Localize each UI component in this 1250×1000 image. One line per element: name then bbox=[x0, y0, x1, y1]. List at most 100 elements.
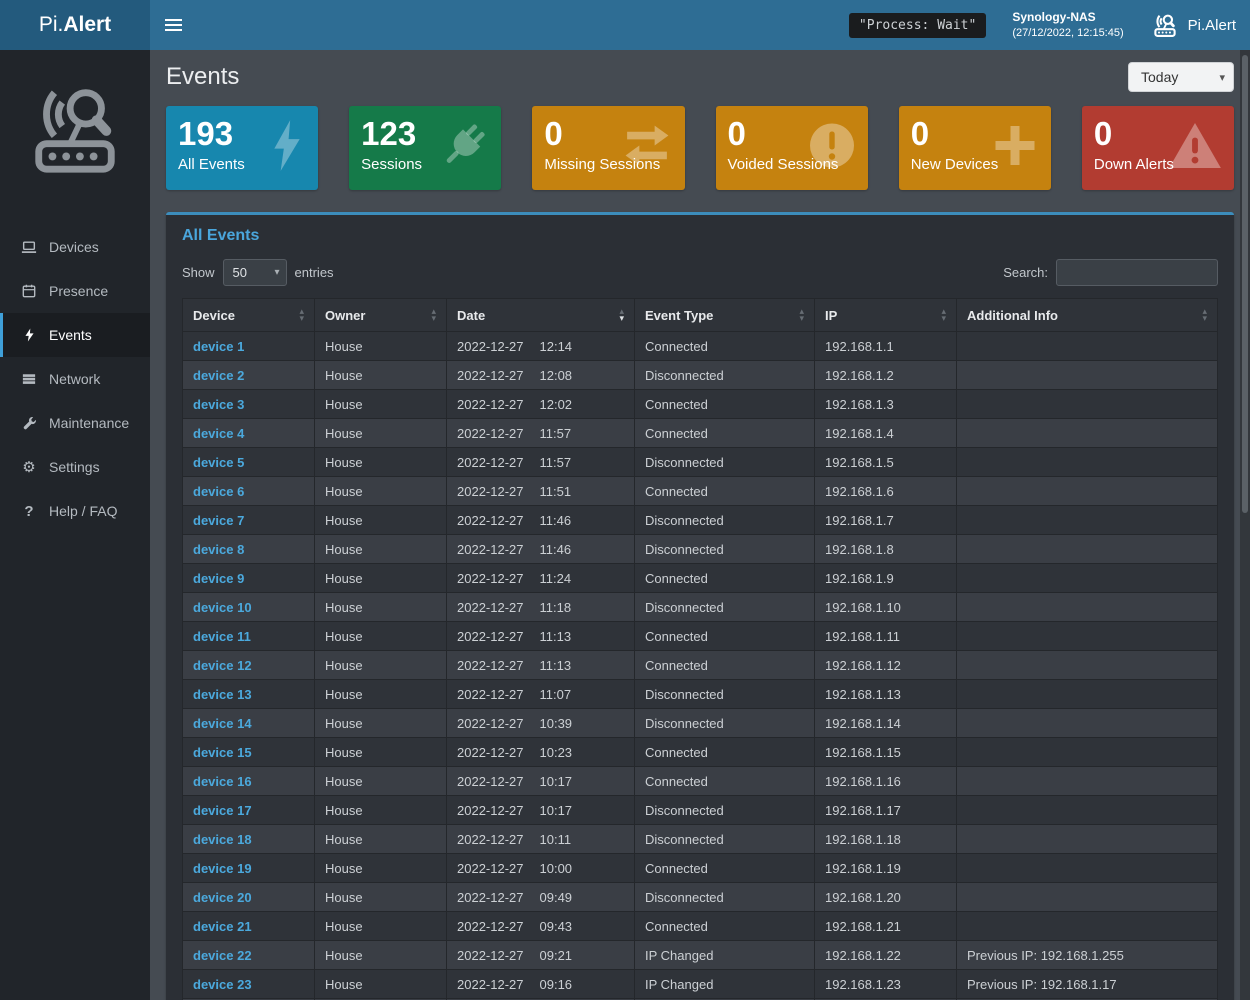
sidebar-item-settings[interactable]: ⚙ Settings bbox=[0, 445, 150, 489]
sidebar-item-label: Maintenance bbox=[49, 415, 129, 431]
owner-cell: House bbox=[315, 477, 447, 506]
device-link[interactable]: device 13 bbox=[193, 687, 252, 702]
date-cell: 2022-12-2710:23 bbox=[447, 738, 635, 767]
device-link[interactable]: device 8 bbox=[193, 542, 244, 557]
column-header-owner[interactable]: Owner▴▾ bbox=[315, 299, 447, 332]
device-link[interactable]: device 14 bbox=[193, 716, 252, 731]
device-link[interactable]: device 4 bbox=[193, 426, 244, 441]
question-icon: ? bbox=[19, 503, 39, 520]
card-all-events: 193 All Events bbox=[166, 106, 318, 190]
device-cell: device 4 bbox=[183, 419, 315, 448]
date-cell: 2022-12-2711:13 bbox=[447, 651, 635, 680]
device-link[interactable]: device 11 bbox=[193, 629, 251, 644]
sidebar-item-maintenance[interactable]: Maintenance bbox=[0, 401, 150, 445]
table-row: device 5House2022-12-2711:57Disconnected… bbox=[183, 448, 1218, 477]
hamburger-menu-icon[interactable] bbox=[150, 0, 196, 50]
event-type-cell: Disconnected bbox=[635, 361, 815, 390]
device-link[interactable]: device 1 bbox=[193, 339, 244, 354]
brand-logo[interactable]: Pi.Alert bbox=[0, 0, 150, 50]
device-link[interactable]: device 3 bbox=[193, 397, 244, 412]
device-link[interactable]: device 15 bbox=[193, 745, 252, 760]
column-header-ip[interactable]: IP▴▾ bbox=[815, 299, 957, 332]
device-link[interactable]: device 23 bbox=[193, 977, 252, 992]
info-cell bbox=[957, 593, 1218, 622]
page-size-select[interactable]: 50 ▾ bbox=[223, 259, 287, 286]
device-link[interactable]: device 6 bbox=[193, 484, 244, 499]
device-cell: device 23 bbox=[183, 970, 315, 999]
ip-cell: 192.168.1.9 bbox=[815, 564, 957, 593]
sidebar-item-events[interactable]: Events bbox=[0, 313, 150, 357]
sidebar-item-label: Network bbox=[49, 371, 100, 387]
event-type-cell: Disconnected bbox=[635, 535, 815, 564]
event-type-cell: Connected bbox=[635, 477, 815, 506]
bolt-icon bbox=[19, 328, 39, 342]
sidebar-item-help[interactable]: ? Help / FAQ bbox=[0, 489, 150, 533]
event-type-cell: Connected bbox=[635, 767, 815, 796]
owner-cell: House bbox=[315, 825, 447, 854]
card-down-alerts: 0 Down Alerts bbox=[1082, 106, 1234, 190]
ip-cell: 192.168.1.18 bbox=[815, 825, 957, 854]
device-cell: device 7 bbox=[183, 506, 315, 535]
gear-icon: ⚙ bbox=[19, 458, 39, 476]
period-select[interactable]: Today ▾ bbox=[1128, 62, 1234, 92]
event-type-cell: Connected bbox=[635, 622, 815, 651]
ip-cell: 192.168.1.8 bbox=[815, 535, 957, 564]
device-link[interactable]: device 10 bbox=[193, 600, 252, 615]
table-row: device 19House2022-12-2710:00Connected19… bbox=[183, 854, 1218, 883]
device-link[interactable]: device 16 bbox=[193, 774, 252, 789]
ip-cell: 192.168.1.6 bbox=[815, 477, 957, 506]
sidebar-item-devices[interactable]: Devices bbox=[0, 225, 150, 269]
date-cell: 2022-12-2712:02 bbox=[447, 390, 635, 419]
device-cell: device 16 bbox=[183, 767, 315, 796]
sidebar-item-network[interactable]: Network bbox=[0, 357, 150, 401]
device-link[interactable]: device 19 bbox=[193, 861, 252, 876]
owner-cell: House bbox=[315, 448, 447, 477]
column-header-additional-info[interactable]: Additional Info▴▾ bbox=[957, 299, 1218, 332]
device-link[interactable]: device 12 bbox=[193, 658, 252, 673]
date-cell: 2022-12-2711:57 bbox=[447, 419, 635, 448]
info-cell bbox=[957, 767, 1218, 796]
device-link[interactable]: device 22 bbox=[193, 948, 252, 963]
device-cell: device 5 bbox=[183, 448, 315, 477]
device-link[interactable]: device 17 bbox=[193, 803, 252, 818]
search-input[interactable] bbox=[1056, 259, 1218, 286]
table-row: device 7House2022-12-2711:46Disconnected… bbox=[183, 506, 1218, 535]
owner-cell: House bbox=[315, 970, 447, 999]
device-cell: device 19 bbox=[183, 854, 315, 883]
info-cell: Previous IP: 192.168.1.255 bbox=[957, 941, 1218, 970]
date-cell: 2022-12-2711:57 bbox=[447, 448, 635, 477]
ip-cell: 192.168.1.23 bbox=[815, 970, 957, 999]
date-cell: 2022-12-2709:43 bbox=[447, 912, 635, 941]
vertical-scrollbar[interactable] bbox=[1240, 50, 1250, 1000]
column-header-date[interactable]: Date▴▾ bbox=[447, 299, 635, 332]
table-row: device 18House2022-12-2710:11Disconnecte… bbox=[183, 825, 1218, 854]
panel-title: All Events bbox=[182, 227, 1218, 245]
date-cell: 2022-12-2711:07 bbox=[447, 680, 635, 709]
process-status-badge: "Process: Wait" bbox=[849, 13, 986, 38]
event-type-cell: Disconnected bbox=[635, 680, 815, 709]
laptop-icon bbox=[19, 241, 39, 254]
sidebar-item-label: Help / FAQ bbox=[49, 503, 117, 519]
ip-cell: 192.168.1.20 bbox=[815, 883, 957, 912]
device-link[interactable]: device 7 bbox=[193, 513, 244, 528]
page-header: Events Today ▾ bbox=[166, 50, 1234, 102]
sidebar-item-presence[interactable]: Presence bbox=[0, 269, 150, 313]
owner-cell: House bbox=[315, 796, 447, 825]
table-row: device 6House2022-12-2711:51Connected192… bbox=[183, 477, 1218, 506]
device-link[interactable]: device 18 bbox=[193, 832, 252, 847]
owner-cell: House bbox=[315, 854, 447, 883]
device-cell: device 1 bbox=[183, 332, 315, 361]
device-link[interactable]: device 5 bbox=[193, 455, 244, 470]
top-navbar: Pi.Alert "Process: Wait" Synology-NAS (2… bbox=[0, 0, 1250, 50]
column-header-event-type[interactable]: Event Type▴▾ bbox=[635, 299, 815, 332]
ip-cell: 192.168.1.16 bbox=[815, 767, 957, 796]
device-link[interactable]: device 9 bbox=[193, 571, 244, 586]
info-cell bbox=[957, 332, 1218, 361]
date-cell: 2022-12-2709:21 bbox=[447, 941, 635, 970]
scrollbar-thumb[interactable] bbox=[1242, 55, 1248, 513]
owner-cell: House bbox=[315, 680, 447, 709]
device-link[interactable]: device 2 bbox=[193, 368, 244, 383]
device-link[interactable]: device 21 bbox=[193, 919, 252, 934]
device-link[interactable]: device 20 bbox=[193, 890, 252, 905]
column-header-device[interactable]: Device▴▾ bbox=[183, 299, 315, 332]
